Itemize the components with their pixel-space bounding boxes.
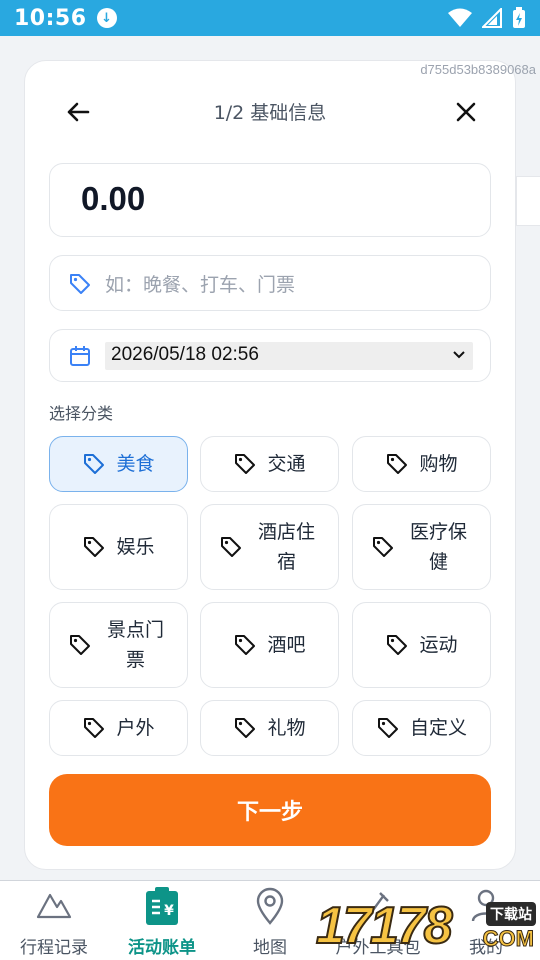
category-chip[interactable]: 美食 [49,436,188,492]
amount-input[interactable]: 0.00 [49,163,491,237]
receipt-icon: ¥ [146,887,178,925]
description-input[interactable]: 如：晚餐、打车、门票 [49,255,491,311]
category-label: 美食 [116,453,155,475]
close-icon[interactable] [452,98,480,126]
category-label: 礼物 [267,717,306,739]
page-title: 1/2 基础信息 [213,102,327,124]
battery-icon [513,7,525,28]
wifi-icon [448,8,472,27]
category-label: 医疗保健 [409,521,467,573]
signal-icon [482,8,502,28]
description-placeholder: 如：晚餐、打车、门票 [105,274,296,296]
category-label: 自定义 [409,717,467,739]
brand-tag: 下载站 [486,902,536,926]
nav-item-activity-bill[interactable]: ¥ 活动账单 [108,881,216,960]
download-icon: ↓ [96,8,117,28]
category-label: 酒店住宿 [257,521,315,573]
category-chip[interactable]: 礼物 [200,700,339,756]
category-chip[interactable]: 户外 [49,700,188,756]
tag-icon [235,718,256,738]
category-chip[interactable]: 自定义 [352,700,491,756]
nav-label: 活动账单 [128,938,196,958]
amount-value: 0.00 [81,180,146,217]
brand-watermark: 17178 下载站 COM [315,882,540,960]
category-section-label: 选择分类 [49,404,114,423]
status-bar: 10:56 ↓ [0,0,540,36]
date-select[interactable]: 2026/05/18 02:56 [105,342,473,370]
category-chip[interactable]: 景点门票 [49,602,188,688]
status-time: 10:56 [14,5,87,31]
brand-digits: 17178 [315,896,454,956]
mountain-icon [36,893,72,919]
tag-icon [84,454,105,474]
category-chip[interactable]: 购物 [352,436,491,492]
category-label: 运动 [419,634,458,656]
svg-text:¥: ¥ [164,903,174,919]
date-value: 2026/05/18 02:56 [111,344,259,365]
next-button[interactable]: 下一步 [49,774,491,846]
tag-icon [69,635,90,655]
tag-icon [387,454,408,474]
category-label: 交通 [267,453,306,475]
category-label: 酒吧 [267,634,306,656]
category-label: 购物 [419,453,458,475]
watermark-id: d755d53b8389068a [420,62,536,77]
category-label: 景点门票 [106,619,164,671]
tag-icon [235,454,256,474]
category-label: 娱乐 [116,536,155,558]
category-chip[interactable]: 酒店住宿 [200,504,339,590]
brand-suffix: COM [482,926,534,952]
tag-icon [70,274,90,294]
chevron-down-icon [453,351,465,359]
tag-icon [84,718,105,738]
tag-icon [220,537,241,557]
category-chip[interactable]: 酒吧 [200,602,339,688]
calendar-icon [70,346,90,366]
map-pin-icon [256,887,284,925]
tag-icon [387,635,408,655]
category-chip[interactable]: 交通 [200,436,339,492]
date-field[interactable]: 2026/05/18 02:56 [49,329,491,382]
nav-item-map[interactable]: 地图 [216,881,324,960]
tag-icon [235,635,256,655]
tag-icon [84,537,105,557]
tag-icon [372,537,393,557]
category-label: 户外 [116,717,155,739]
nav-item-trip-log[interactable]: 行程记录 [0,881,108,960]
tag-icon [377,718,398,738]
category-chip[interactable]: 娱乐 [49,504,188,590]
category-chip[interactable]: 医疗保健 [352,504,491,590]
nav-label: 地图 [253,938,287,958]
form-header: 1/2 基础信息 [24,88,516,134]
nav-label: 行程记录 [20,938,88,958]
side-handle [516,176,540,226]
category-chip[interactable]: 运动 [352,602,491,688]
